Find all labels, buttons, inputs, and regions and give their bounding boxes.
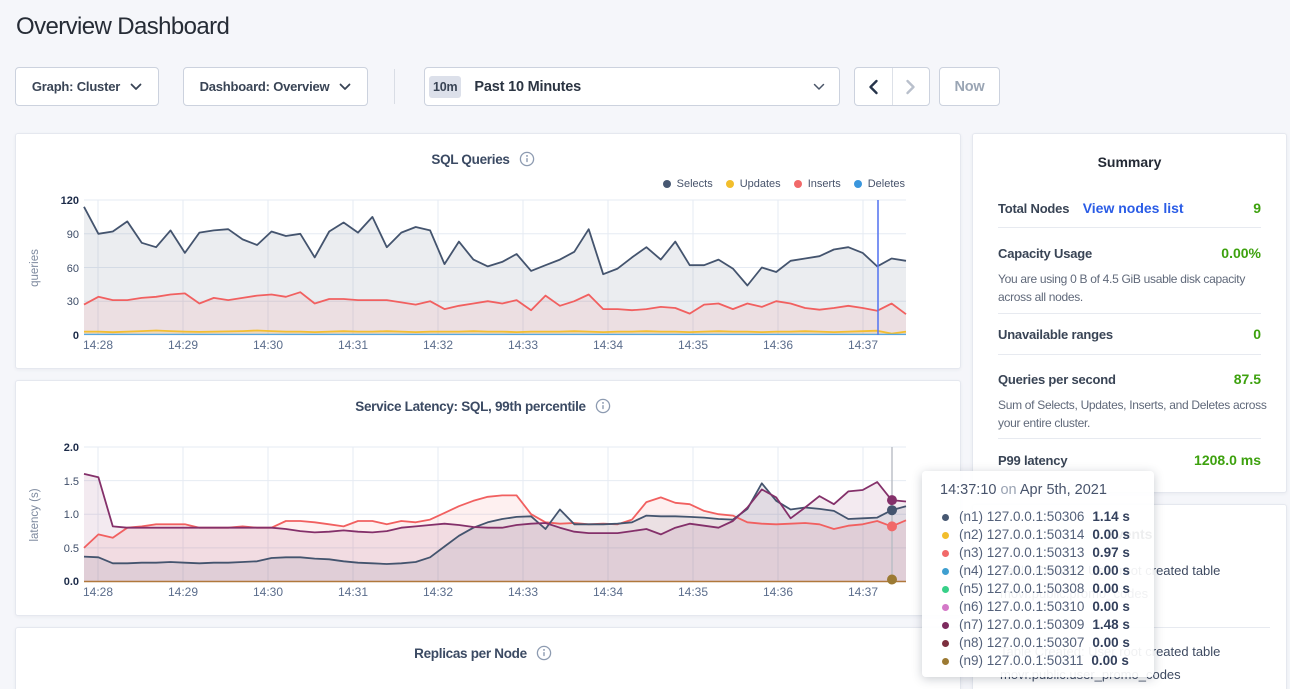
svg-text:14:29: 14:29 [168, 338, 198, 352]
svg-text:14:29: 14:29 [168, 585, 198, 599]
svg-text:14:34: 14:34 [593, 585, 623, 599]
svg-text:60: 60 [67, 263, 79, 275]
svg-text:14:28: 14:28 [83, 338, 113, 352]
svg-text:14:32: 14:32 [423, 338, 453, 352]
svg-text:30: 30 [67, 296, 79, 308]
svg-text:14:31: 14:31 [338, 338, 368, 352]
svg-text:120: 120 [61, 195, 79, 207]
svg-text:90: 90 [67, 229, 79, 241]
svg-text:14:33: 14:33 [508, 338, 538, 352]
svg-text:14:31: 14:31 [338, 585, 368, 599]
svg-text:14:35: 14:35 [678, 585, 708, 599]
svg-text:14:34: 14:34 [593, 338, 623, 352]
svg-text:14:36: 14:36 [763, 338, 793, 352]
svg-text:14:33: 14:33 [508, 585, 538, 599]
svg-text:14:28: 14:28 [83, 585, 113, 599]
svg-text:14:30: 14:30 [253, 338, 283, 352]
svg-text:queries: queries [29, 249, 41, 287]
svg-text:14:37: 14:37 [848, 585, 878, 599]
svg-text:14:30: 14:30 [253, 585, 283, 599]
svg-text:14:32: 14:32 [423, 585, 453, 599]
svg-text:14:37: 14:37 [848, 338, 878, 352]
svg-text:14:36: 14:36 [763, 585, 793, 599]
svg-text:14:35: 14:35 [678, 338, 708, 352]
svg-text:0: 0 [73, 330, 79, 342]
